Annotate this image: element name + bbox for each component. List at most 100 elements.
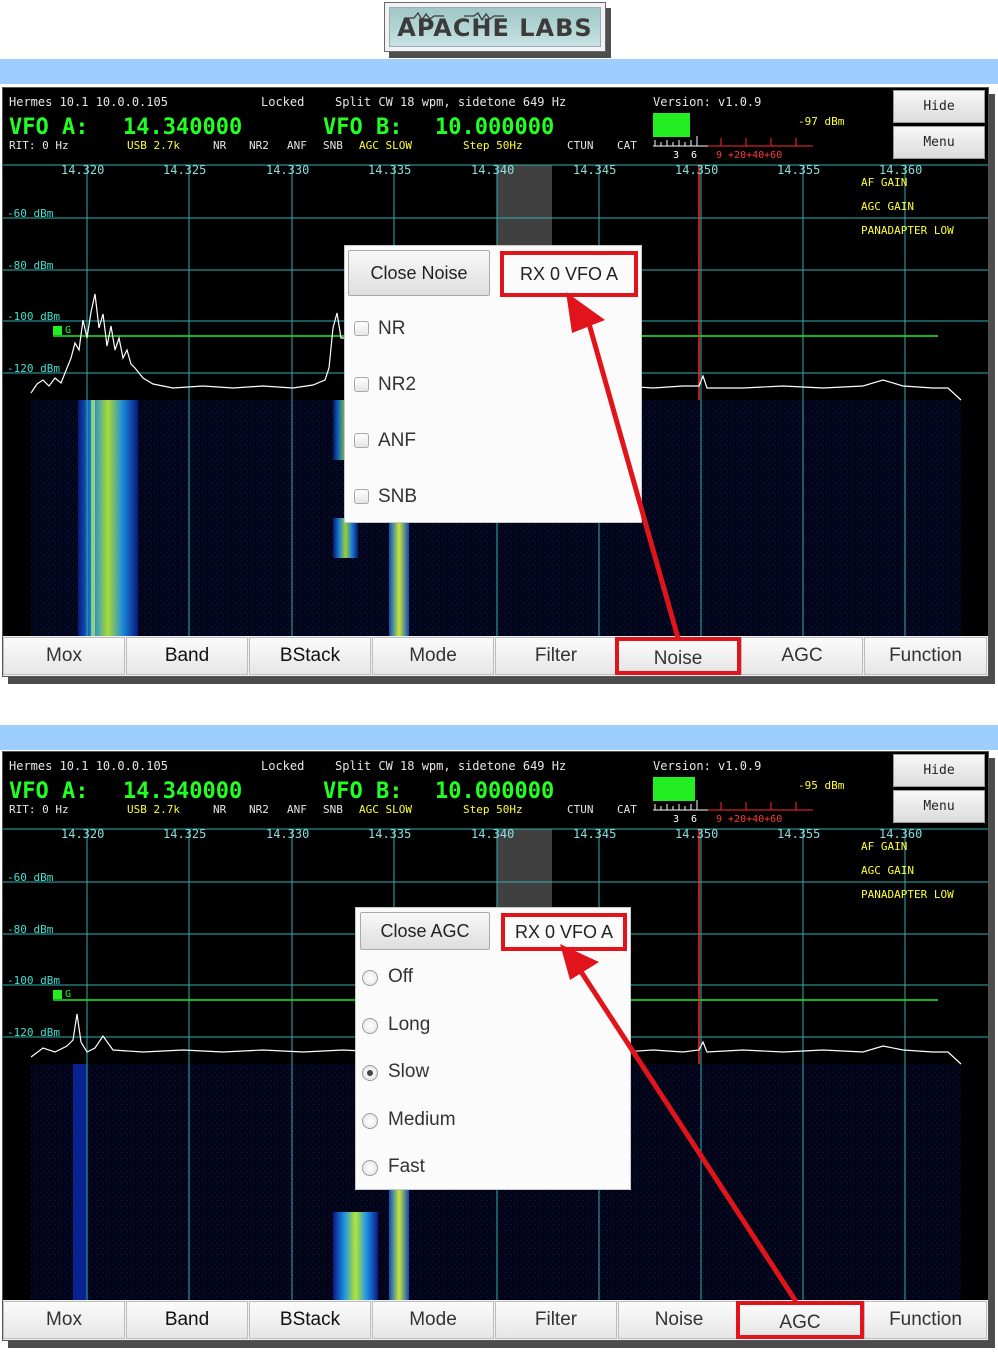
anf-checkbox[interactable]: [354, 433, 369, 448]
freq-tick: 14.350: [675, 827, 719, 841]
vfo-b-label[interactable]: VFO B:: [323, 781, 402, 803]
mox-button[interactable]: Mox: [3, 637, 125, 675]
agc-popup: Close AGC RX 0 VFO A Off Long Slow Mediu…: [355, 907, 631, 1190]
freq-tick: 14.320: [61, 163, 105, 177]
freq-tick: 14.325: [163, 827, 207, 841]
nr-option-label: NR: [378, 318, 406, 339]
anf-status: ANF: [287, 803, 307, 816]
screenshot-agc-menu: Hermes 10.1 10.0.0.105 Locked Split CW 1…: [2, 751, 989, 1341]
dbm-label: -80 dBm: [7, 923, 54, 936]
freq-tick: 14.320: [61, 827, 105, 841]
meter-scale-low: 3 6: [673, 814, 698, 825]
logo-plate: APACHE LABS: [389, 7, 601, 47]
dbm-label: -100 dBm: [7, 974, 60, 987]
agc-slow-radio[interactable]: [362, 1065, 378, 1081]
snb-status: SNB: [323, 803, 343, 816]
nr2-checkbox[interactable]: [354, 377, 369, 392]
dbm-label: -120 dBm: [7, 362, 60, 375]
agc-long-label: Long: [388, 1014, 431, 1035]
agc-marker[interactable]: G: [65, 326, 71, 336]
vfo-a-label[interactable]: VFO A:: [9, 781, 88, 803]
noise-button[interactable]: Noise: [615, 637, 741, 675]
freq-tick: 14.345: [573, 827, 617, 841]
device-info: Hermes 10.1 10.0.0.105: [9, 95, 168, 109]
hide-button[interactable]: Hide: [893, 754, 985, 787]
freq-tick: 14.350: [675, 163, 719, 177]
cat-status: CAT: [617, 139, 637, 152]
snb-status: SNB: [323, 139, 343, 152]
dbm-label: -60 dBm: [7, 207, 54, 220]
freq-tick: 14.360: [879, 163, 923, 177]
agc-button[interactable]: AGC: [741, 637, 863, 675]
filter-button[interactable]: Filter: [495, 637, 617, 675]
agc-medium-radio[interactable]: [362, 1113, 378, 1129]
freq-tick: 14.340: [471, 827, 515, 841]
panadapter-low-label[interactable]: PANADAPTER LOW: [861, 889, 954, 900]
vfo-b-frequency[interactable]: 10.000000: [435, 117, 554, 139]
agc-button[interactable]: AGC: [736, 1301, 864, 1339]
function-button[interactable]: Function: [864, 637, 987, 675]
signal-level: -97 dBm: [798, 115, 845, 128]
menu-button[interactable]: Menu: [893, 126, 985, 159]
vfo-a-frequency[interactable]: 14.340000: [123, 781, 242, 803]
dbm-label: -60 dBm: [7, 871, 54, 884]
rit-status: RIT: 0 Hz: [9, 803, 69, 816]
freq-tick: 14.355: [777, 827, 821, 841]
noise-popup: Close Noise RX 0 VFO A NR NR2 ANF SNB: [344, 245, 642, 523]
bstack-button[interactable]: BStack: [249, 637, 371, 675]
agc-off-radio[interactable]: [362, 970, 378, 986]
noise-button[interactable]: Noise: [618, 1301, 740, 1339]
nr2-status: NR2: [249, 139, 269, 152]
separator-band-middle: [0, 725, 998, 750]
panadapter-low-label[interactable]: PANADAPTER LOW: [861, 225, 954, 236]
filter-button[interactable]: Filter: [495, 1301, 617, 1339]
logo-text: APACHE LABS: [397, 14, 593, 42]
snb-checkbox[interactable]: [354, 489, 369, 504]
split-info: Split CW 18 wpm, sidetone 649 Hz: [335, 95, 567, 109]
band-button[interactable]: Band: [126, 637, 248, 675]
agc-long-radio[interactable]: [362, 1018, 378, 1034]
version-label: Version: v1.0.9: [653, 95, 762, 109]
vfo-a-frequency[interactable]: 14.340000: [123, 117, 242, 139]
freq-tick: 14.325: [163, 163, 207, 177]
freq-tick: 14.340: [471, 163, 515, 177]
mox-button[interactable]: Mox: [3, 1301, 125, 1339]
device-info: Hermes 10.1 10.0.0.105: [9, 759, 168, 773]
agc-fast-radio[interactable]: [362, 1160, 378, 1176]
mode-button[interactable]: Mode: [372, 637, 494, 675]
function-button[interactable]: Function: [864, 1301, 987, 1339]
close-agc-button[interactable]: Close AGC: [360, 912, 490, 950]
vfo-b-label[interactable]: VFO B:: [323, 117, 402, 139]
bstack-button[interactable]: BStack: [249, 1301, 371, 1339]
ctun-status: CTUN: [567, 803, 594, 816]
close-noise-button[interactable]: Close Noise: [348, 250, 490, 296]
agc-marker[interactable]: G: [65, 990, 71, 1000]
freq-tick: 14.360: [879, 827, 923, 841]
nr-checkbox[interactable]: [354, 321, 369, 336]
version-label: Version: v1.0.9: [653, 759, 762, 773]
agc-fast-label: Fast: [388, 1156, 425, 1177]
mode-status: USB 2.7k: [127, 803, 180, 816]
cat-status: CAT: [617, 803, 637, 816]
step-status: Step 50Hz: [463, 803, 523, 816]
dbm-label: -100 dBm: [7, 310, 60, 323]
ctun-status: CTUN: [567, 139, 594, 152]
hide-button[interactable]: Hide: [893, 90, 985, 123]
vfo-a-label[interactable]: VFO A:: [9, 117, 88, 139]
separator-band-top: [0, 59, 998, 84]
anf-option-label: ANF: [378, 430, 416, 451]
mode-button[interactable]: Mode: [372, 1301, 494, 1339]
af-gain-label[interactable]: AF GAIN: [861, 177, 907, 188]
split-info: Split CW 18 wpm, sidetone 649 Hz: [335, 759, 567, 773]
vfo-b-frequency[interactable]: 10.000000: [435, 781, 554, 803]
dbm-label: -120 dBm: [7, 1026, 60, 1039]
snb-option-label: SNB: [378, 486, 418, 507]
af-gain-label[interactable]: AF GAIN: [861, 841, 907, 852]
screenshot-noise-menu: Hermes 10.1 10.0.0.105 Locked Split CW 1…: [2, 87, 989, 677]
band-button[interactable]: Band: [126, 1301, 248, 1339]
rx-vfo-label: RX 0 VFO A: [501, 913, 627, 951]
agc-status: AGC SLOW: [359, 139, 412, 152]
agc-gain-label[interactable]: AGC GAIN: [861, 865, 914, 876]
menu-button[interactable]: Menu: [893, 790, 985, 823]
agc-gain-label[interactable]: AGC GAIN: [861, 201, 914, 212]
